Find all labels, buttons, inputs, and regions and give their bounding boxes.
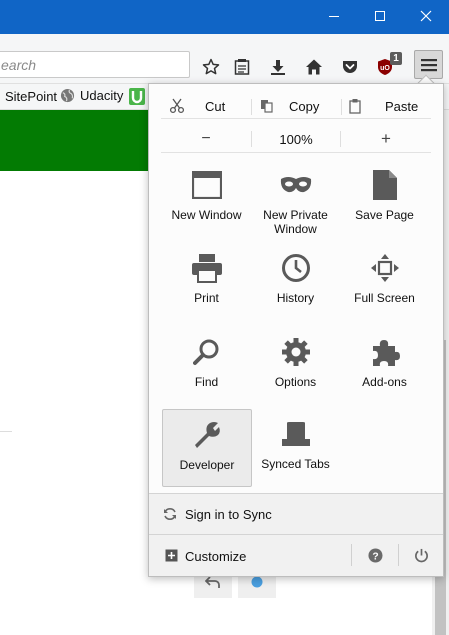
tile-label: Save Page	[355, 208, 414, 222]
developer-button[interactable]: Developer	[162, 409, 252, 487]
tile-label: Synced Tabs	[261, 457, 330, 471]
full-screen-button[interactable]: Full Screen	[340, 251, 429, 327]
pocket-icon	[343, 61, 357, 73]
open-menu-button[interactable]	[414, 50, 443, 79]
svg-text:?: ?	[372, 551, 378, 562]
tile-label: New Window	[171, 208, 242, 222]
find-button[interactable]: Find	[162, 335, 251, 411]
synced-tabs-icon	[279, 417, 313, 451]
zoom-reset-button[interactable]: 100%	[252, 125, 340, 153]
paste-label: Paste	[385, 98, 419, 114]
zoom-in-button[interactable]: +	[341, 125, 431, 153]
globe-icon	[60, 88, 75, 103]
bookmark-label: Udacity	[80, 88, 124, 103]
pocket-button[interactable]	[337, 54, 363, 80]
hamburger-menu-icon	[420, 58, 437, 71]
gear-icon	[279, 335, 313, 369]
bookmark-udemy[interactable]	[129, 88, 145, 108]
home-button[interactable]	[301, 54, 327, 80]
magnifier-icon	[190, 335, 224, 369]
minus-icon: −	[201, 130, 211, 147]
page-banner	[0, 110, 150, 171]
paste-button[interactable]: Paste	[347, 93, 431, 119]
ublock-badge: 1	[390, 52, 402, 65]
download-icon	[271, 60, 285, 75]
close-icon	[420, 10, 432, 22]
history-button[interactable]: History	[251, 251, 340, 327]
cut-button[interactable]: Cut	[169, 93, 251, 119]
bookmark-label: SitePoint	[5, 89, 58, 104]
private-mask-icon	[279, 168, 313, 202]
copy-label: Copy	[289, 98, 320, 114]
blue-dot-icon	[251, 576, 263, 587]
puzzle-icon	[368, 335, 402, 369]
plus-icon: +	[381, 129, 391, 148]
wrench-icon	[190, 418, 224, 452]
sync-icon	[163, 507, 177, 524]
separator	[251, 99, 252, 115]
search-input[interactable]: earch	[0, 51, 190, 78]
zoom-out-button[interactable]: −	[161, 125, 251, 153]
printer-icon	[190, 251, 224, 285]
home-icon	[306, 59, 322, 75]
edit-controls: Cut Copy Paste	[161, 93, 431, 119]
tile-label: Find	[194, 375, 219, 389]
divider	[0, 431, 12, 432]
minimize-icon	[329, 16, 339, 17]
options-button[interactable]: Options	[251, 335, 340, 411]
copy-icon	[261, 100, 273, 113]
reading-list-icon	[234, 59, 250, 75]
clock-icon	[279, 251, 313, 285]
print-button[interactable]: Print	[162, 251, 251, 327]
save-page-button[interactable]: Save Page	[340, 168, 429, 244]
tile-label: Full Screen	[354, 291, 415, 305]
synced-tabs-button[interactable]: Synced Tabs	[251, 417, 340, 493]
maximize-icon	[375, 11, 385, 21]
plus-box-icon	[165, 549, 178, 562]
customize-label: Customize	[185, 549, 247, 564]
help-icon: ?	[367, 548, 383, 563]
power-icon	[414, 548, 428, 563]
separator	[341, 99, 342, 115]
tile-label: Print	[194, 291, 219, 305]
zoom-controls: − 100% +	[161, 125, 431, 153]
quit-button[interactable]	[399, 535, 443, 576]
cut-label: Cut	[205, 98, 226, 114]
clipboard-icon	[349, 99, 361, 114]
nav-toolbar: earch uO	[0, 34, 449, 84]
star-icon	[202, 58, 220, 75]
tile-label: New Private Window	[263, 208, 328, 236]
maximize-button[interactable]	[357, 0, 403, 32]
help-button[interactable]: ?	[352, 535, 398, 576]
add-ons-button[interactable]: Add-ons	[340, 335, 429, 411]
tile-label: Developer	[179, 458, 235, 472]
copy-button[interactable]: Copy	[259, 93, 345, 119]
bottom-footer: Customize ?	[149, 534, 443, 576]
minimize-button[interactable]	[311, 0, 357, 32]
reading-list-button[interactable]	[229, 54, 255, 80]
new-private-window-button[interactable]: New Private Window	[251, 168, 340, 244]
new-window-button[interactable]: New Window	[162, 168, 251, 244]
page-icon	[368, 168, 402, 202]
scissors-icon	[169, 98, 185, 114]
title-bar	[0, 0, 449, 34]
zoom-level: 100%	[279, 131, 313, 147]
tile-label: History	[276, 291, 315, 305]
sync-label: Sign in to Sync	[185, 507, 272, 522]
fullscreen-icon	[368, 251, 402, 285]
main-menu-panel: Cut Copy Paste − 100% + New Window New P…	[148, 83, 444, 577]
bookmark-udacity[interactable]: Udacity	[60, 88, 123, 103]
close-window-button[interactable]	[403, 0, 449, 32]
window-icon	[190, 168, 224, 202]
tile-label: Add-ons	[362, 375, 407, 389]
bookmark-sitepoint[interactable]: SitePoint	[5, 89, 57, 104]
sync-footer[interactable]: Sign in to Sync	[149, 493, 443, 534]
svg-text:uO: uO	[380, 65, 390, 72]
downloads-button[interactable]	[265, 54, 291, 80]
customize-button[interactable]: Customize	[149, 535, 349, 576]
udemy-icon	[129, 88, 145, 105]
tile-label: Options	[274, 375, 317, 389]
bookmark-star-button[interactable]	[198, 54, 224, 80]
